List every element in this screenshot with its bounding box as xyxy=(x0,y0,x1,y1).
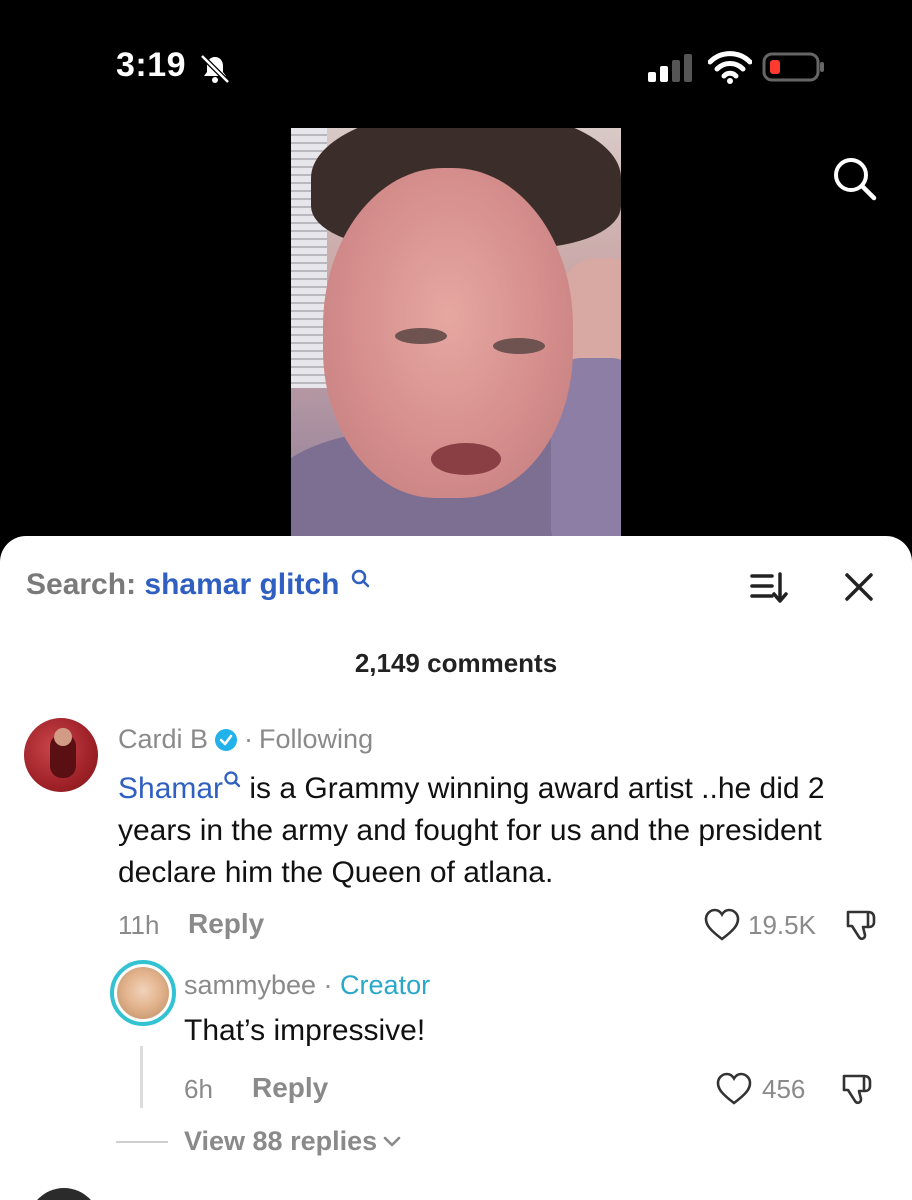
comment-text: Shamar is a Grammy winning award artist … xyxy=(118,768,878,894)
heart-icon[interactable] xyxy=(704,908,740,942)
view-replies-label: View 88 replies xyxy=(184,1126,378,1156)
divider xyxy=(116,1141,168,1143)
close-icon[interactable] xyxy=(842,570,876,604)
wifi-icon xyxy=(708,51,752,84)
like-count: 456 xyxy=(762,1074,806,1104)
dislike-icon[interactable] xyxy=(844,906,880,944)
status-time: 3:19 xyxy=(116,46,187,84)
search-prefix: Search: xyxy=(26,568,137,601)
comment-time: 11h xyxy=(118,910,160,940)
face xyxy=(323,168,573,498)
dislike-icon[interactable] xyxy=(840,1070,876,1108)
thread-line xyxy=(140,1046,143,1108)
comment-author[interactable]: Cardi B xyxy=(118,724,208,755)
follow-status: Following xyxy=(259,724,374,754)
right-eye xyxy=(493,338,545,354)
mention-link[interactable]: Shamar xyxy=(118,772,223,805)
battery-low-icon xyxy=(762,52,824,82)
reply-button[interactable]: Reply xyxy=(188,908,264,940)
meta-separator: · xyxy=(316,970,341,1000)
mouth xyxy=(431,443,501,475)
verified-badge-icon xyxy=(215,728,238,751)
reply-time: 6h xyxy=(184,1074,213,1104)
view-replies-button[interactable]: View 88 replies xyxy=(184,1126,401,1157)
heart-icon[interactable] xyxy=(716,1072,752,1106)
next-comment-emoji-icon xyxy=(238,1190,318,1200)
meta-separator: · xyxy=(244,724,254,754)
signal-icon xyxy=(648,54,692,82)
creator-badge: Creator xyxy=(340,970,431,1000)
mention-search-icon xyxy=(224,771,241,788)
reply-text: That’s impressive! xyxy=(184,1014,426,1047)
left-eye xyxy=(395,328,447,344)
avatar[interactable] xyxy=(24,718,98,792)
comment-search-label[interactable]: Search: shamar glitch xyxy=(26,568,370,602)
video-player[interactable] xyxy=(291,128,621,538)
reply-author[interactable]: sammybee xyxy=(184,970,316,1000)
comment-meta: Cardi B · Following xyxy=(118,724,373,755)
reply-avatar[interactable] xyxy=(110,960,176,1026)
reply-button[interactable]: Reply xyxy=(252,1072,328,1104)
search-term[interactable]: shamar glitch xyxy=(144,568,339,601)
bell-off-icon xyxy=(200,54,230,84)
search-icon[interactable] xyxy=(830,154,878,202)
comment-count: 2,149 comments xyxy=(354,648,558,678)
sort-icon[interactable] xyxy=(750,570,788,606)
search-term-icon xyxy=(351,569,370,588)
like-count: 19.5K xyxy=(748,910,816,940)
reply-meta: sammybee · Creator xyxy=(184,970,430,1001)
chevron-down-icon xyxy=(383,1136,401,1146)
